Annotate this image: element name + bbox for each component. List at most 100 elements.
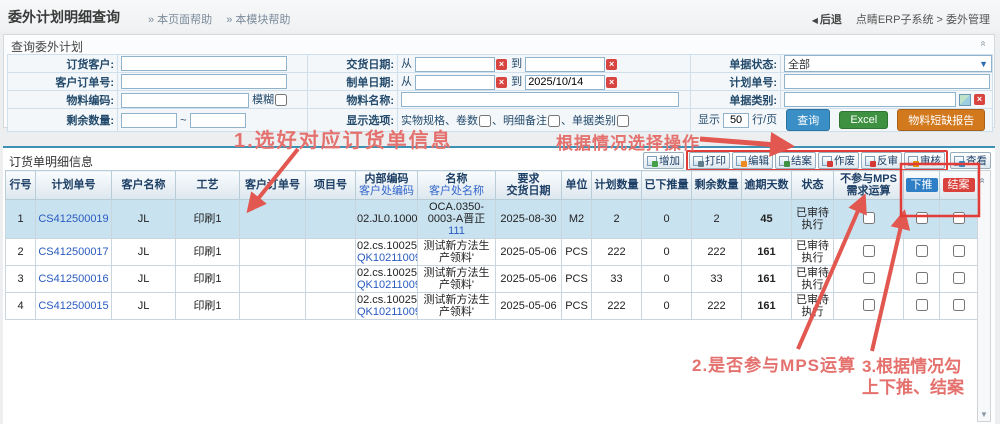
process-cell: 印刷1 bbox=[176, 239, 240, 266]
breadcrumb[interactable]: 点睛ERP子系统 > 委外管理 bbox=[856, 14, 990, 26]
doc-status-select[interactable]: 全部▼ bbox=[784, 55, 992, 72]
mps-checkbox[interactable] bbox=[863, 299, 875, 311]
plan-no-cell[interactable]: CS412500017 bbox=[36, 239, 112, 266]
push-cell[interactable] bbox=[904, 266, 940, 293]
approve-icon bbox=[908, 156, 918, 166]
table-row-1[interactable]: 1CS412500019JL印刷102.JL0.1000002OCA.0350-… bbox=[6, 200, 978, 239]
mps-cell[interactable] bbox=[834, 239, 904, 266]
back-button[interactable]: 后退 bbox=[820, 14, 842, 26]
mps-checkbox[interactable] bbox=[863, 272, 875, 284]
remain-qty-from-input[interactable] bbox=[121, 113, 177, 128]
clear-date-icon[interactable]: × bbox=[496, 59, 507, 70]
grid-scrollbar[interactable]: » ▼ bbox=[977, 170, 991, 422]
close-checkbox[interactable] bbox=[953, 272, 965, 284]
material-code-input[interactable] bbox=[121, 93, 249, 108]
mps-cell[interactable] bbox=[834, 266, 904, 293]
make-date-from-input[interactable] bbox=[415, 75, 495, 90]
make-date-to-input[interactable] bbox=[525, 75, 605, 90]
delivery-date-from-input[interactable] bbox=[415, 57, 495, 72]
close-checkbox[interactable] bbox=[953, 212, 965, 224]
close-cell[interactable] bbox=[940, 200, 978, 239]
material-name-cell: OCA.0350-0003-A晋正111 bbox=[418, 200, 496, 239]
shortage-report-button[interactable]: 物料短缺报告 bbox=[897, 109, 985, 131]
close-column-button[interactable]: 结案 bbox=[943, 178, 975, 192]
doc-type-input[interactable] bbox=[784, 92, 956, 107]
mps-checkbox[interactable] bbox=[863, 245, 875, 257]
project-cell bbox=[306, 200, 356, 239]
delivery-date-to-input[interactable] bbox=[525, 57, 605, 72]
mps-cell[interactable] bbox=[834, 200, 904, 239]
approve-button[interactable]: 审核 bbox=[904, 152, 945, 169]
plan-no-cell[interactable]: CS412500016 bbox=[36, 266, 112, 293]
clear-doc-type-icon[interactable]: × bbox=[974, 94, 985, 105]
process-cell: 印刷1 bbox=[176, 293, 240, 320]
push-checkbox[interactable] bbox=[916, 272, 928, 284]
table-row-2[interactable]: 2CS412500017JL印刷102.cs.1002533QK10211009… bbox=[6, 239, 978, 266]
customer-code-link[interactable]: QK1021100911 bbox=[357, 306, 416, 318]
remain-qty-to-input[interactable] bbox=[190, 113, 246, 128]
spec-roll-checkbox[interactable] bbox=[479, 115, 491, 127]
module-help-link[interactable]: » 本模块帮助 bbox=[226, 14, 290, 26]
table-row-4[interactable]: 4CS412500015JL印刷102.cs.1002533QK10211009… bbox=[6, 293, 978, 320]
customer-cell: JL bbox=[112, 200, 176, 239]
table-row-3[interactable]: 3CS412500016JL印刷102.cs.1002533QK10211009… bbox=[6, 266, 978, 293]
plan-no-link[interactable]: CS412500017 bbox=[37, 246, 110, 258]
column-header-17[interactable]: 结案 bbox=[940, 171, 978, 200]
collapse-icon[interactable]: » bbox=[978, 41, 989, 47]
close-checkbox[interactable] bbox=[953, 299, 965, 311]
close-cell[interactable] bbox=[940, 266, 978, 293]
add-button[interactable]: 增加 bbox=[643, 152, 684, 169]
column-header-5: 项目号 bbox=[306, 171, 356, 200]
collapse-columns-icon[interactable]: » bbox=[976, 178, 987, 184]
push-checkbox[interactable] bbox=[916, 212, 928, 224]
push-checkbox[interactable] bbox=[916, 245, 928, 257]
scroll-down-icon[interactable]: ▼ bbox=[980, 410, 988, 419]
detail-note-checkbox[interactable] bbox=[548, 115, 560, 127]
push-cell[interactable] bbox=[904, 239, 940, 266]
search-button[interactable]: 查询 bbox=[786, 109, 830, 131]
rows-per-page-input[interactable] bbox=[723, 113, 749, 128]
delivery-date-cell: 2025-05-06 bbox=[496, 293, 562, 320]
fuzzy-checkbox[interactable] bbox=[275, 94, 287, 106]
pushed-qty-cell: 0 bbox=[642, 293, 692, 320]
print-button[interactable]: 打印 bbox=[689, 152, 730, 169]
column-header-16[interactable]: 下推 bbox=[904, 171, 940, 200]
doc-type-checkbox[interactable] bbox=[617, 115, 629, 127]
view-button[interactable]: 查看 bbox=[950, 152, 991, 169]
push-checkbox[interactable] bbox=[916, 299, 928, 311]
customer-code-link[interactable]: QK1021100911 bbox=[357, 252, 416, 264]
mps-cell[interactable] bbox=[834, 293, 904, 320]
column-header-9: 单位 bbox=[562, 171, 592, 200]
order-customer-input[interactable] bbox=[121, 56, 287, 71]
push-column-button[interactable]: 下推 bbox=[906, 178, 938, 192]
close-cell[interactable] bbox=[940, 239, 978, 266]
plan-no-cell[interactable]: CS412500019 bbox=[36, 200, 112, 239]
clear-date-icon[interactable]: × bbox=[606, 77, 617, 88]
void-button[interactable]: 作废 bbox=[818, 152, 859, 169]
clear-date-icon[interactable]: × bbox=[496, 77, 507, 88]
plan-no-link[interactable]: CS412500016 bbox=[37, 273, 110, 285]
edit-button[interactable]: 编辑 bbox=[732, 152, 773, 169]
plan-no-cell[interactable]: CS412500015 bbox=[36, 293, 112, 320]
plan-no-link[interactable]: CS412500015 bbox=[37, 300, 110, 312]
picker-grid-icon[interactable] bbox=[959, 94, 971, 106]
push-cell[interactable] bbox=[904, 200, 940, 239]
customer-order-input[interactable] bbox=[121, 74, 287, 89]
unit-cell: PCS bbox=[562, 293, 592, 320]
mps-checkbox[interactable] bbox=[863, 212, 875, 224]
customer-name-link[interactable]: 111 bbox=[419, 225, 494, 237]
close-cell[interactable] bbox=[940, 293, 978, 320]
excel-button[interactable]: Excel bbox=[839, 111, 888, 129]
line-no-cell: 3 bbox=[6, 266, 36, 293]
plan-no-input[interactable] bbox=[784, 74, 990, 89]
material-name-cell: 测试新方法生产领料' bbox=[418, 239, 496, 266]
customer-code-link[interactable]: QK1021100911 bbox=[357, 279, 416, 291]
push-cell[interactable] bbox=[904, 293, 940, 320]
unapprove-button[interactable]: 反审 bbox=[861, 152, 902, 169]
clear-date-icon[interactable]: × bbox=[606, 59, 617, 70]
close-checkbox[interactable] bbox=[953, 245, 965, 257]
material-name-input[interactable] bbox=[401, 92, 679, 107]
close-case-button[interactable]: 结案 bbox=[775, 152, 816, 169]
plan-no-link[interactable]: CS412500019 bbox=[37, 213, 110, 225]
page-help-link[interactable]: » 本页面帮助 bbox=[148, 14, 212, 26]
